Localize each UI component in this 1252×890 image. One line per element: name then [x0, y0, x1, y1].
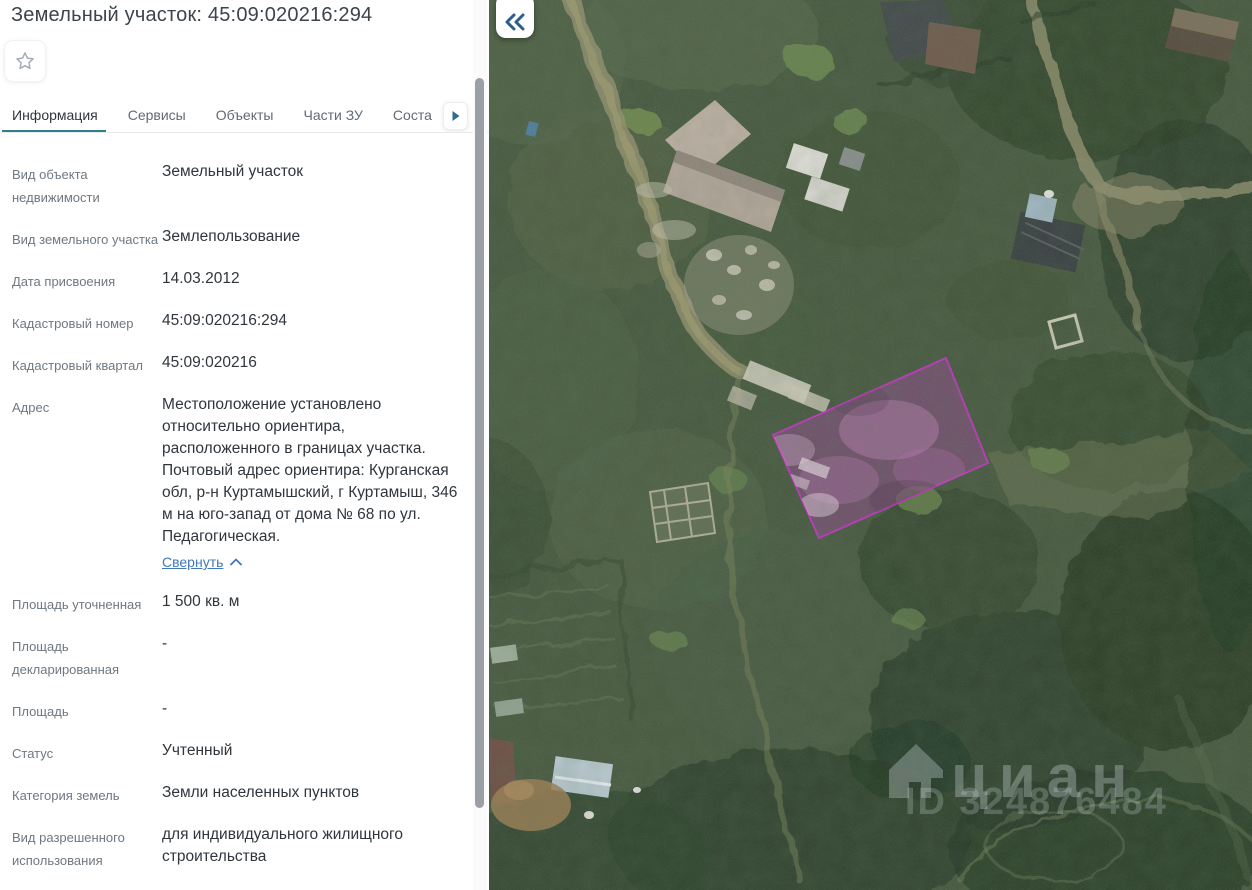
page-title: Земельный участок: 45:09:020216:294 [11, 4, 373, 26]
field-row: Площадь уточненная 1 500 кв. м [12, 591, 470, 616]
field-row-address: Адрес Местоположение установлено относит… [12, 394, 470, 574]
tab-services[interactable]: Сервисы [128, 99, 186, 132]
field-value: 45:09:020216:294 [162, 312, 287, 329]
tab-structure[interactable]: Соста [393, 99, 432, 132]
field-row: Кадастровый квартал 45:09:020216 [12, 352, 470, 377]
panel-scrollbar-thumb[interactable] [475, 78, 484, 808]
field-value: Земельный участок [162, 163, 304, 180]
field-value: Учтенный [162, 742, 233, 759]
field-label: Дата присвоения [12, 274, 116, 289]
field-label: Кадастровый квартал [12, 358, 143, 373]
field-row: Вид земельного участка Землепользование [12, 226, 470, 251]
field-value: 45:09:020216 [162, 354, 257, 371]
field-row: Дата присвоения 14.03.2012 [12, 268, 470, 293]
field-label: Статус [12, 746, 54, 761]
triangle-right-icon [452, 111, 459, 121]
tab-objects[interactable]: Объекты [216, 99, 274, 132]
watermark-id: ID 324876484 [905, 781, 1168, 823]
attributes-list: Вид объекта недвижимости Земельный участ… [0, 133, 470, 889]
parcel-info-panel: Земельный участок: 45:09:020216:294 Инфо… [0, 0, 489, 890]
field-label: Площадь [12, 704, 69, 719]
chevron-double-left-icon [505, 13, 525, 31]
field-value: для индивидуального жилищного строительс… [162, 826, 403, 865]
collapse-address-link[interactable]: Свернуть [162, 551, 243, 573]
field-value: - [162, 635, 168, 652]
satellite-imagery: циан ID 324876484 [489, 0, 1252, 890]
collapse-panel-button[interactable] [496, 0, 534, 38]
field-row: Кадастровый номер 45:09:020216:294 [12, 310, 470, 335]
cadastral-viewer: Земельный участок: 45:09:020216:294 Инфо… [0, 0, 1252, 890]
field-label: Адрес [12, 400, 50, 415]
field-label: Вид объекта недвижимости [12, 167, 100, 205]
field-label: Кадастровый номер [12, 316, 134, 331]
favorite-button[interactable] [4, 40, 46, 82]
field-row: Площадь - [12, 698, 470, 723]
star-icon [16, 52, 34, 70]
field-label: Площадь декларированная [12, 639, 120, 677]
tab-bar: Информация Сервисы Объекты Части ЗУ Сост… [0, 99, 489, 133]
satellite-map[interactable]: циан ID 324876484 [489, 0, 1252, 890]
address-text: Местоположение установлено относительно … [162, 396, 458, 545]
field-row: Вид объекта недвижимости Земельный участ… [12, 161, 470, 209]
field-label: Вид земельного участка [12, 232, 159, 247]
field-row: Вид разрешенного использования для индив… [12, 824, 470, 872]
field-label: Площадь уточненная [12, 597, 142, 612]
field-row: Площадь декларированная - [12, 633, 470, 681]
field-value-address: Местоположение установлено относительно … [162, 394, 467, 574]
tab-parts[interactable]: Части ЗУ [303, 99, 362, 132]
field-label: Категория земель [12, 788, 120, 803]
field-row: Категория земель Земли населенных пункто… [12, 782, 470, 807]
field-value: 14.03.2012 [162, 270, 240, 287]
field-label: Вид разрешенного использования [12, 830, 125, 868]
tabs-scroll-right-button[interactable] [443, 102, 468, 130]
collapse-address-label: Свернуть [162, 554, 224, 570]
panel-scrollbar [473, 0, 487, 890]
field-value: 1 500 кв. м [162, 593, 240, 610]
field-value: Земли населенных пунктов [162, 784, 360, 801]
tab-information[interactable]: Информация [2, 99, 106, 132]
field-value: Землепользование [162, 228, 301, 245]
chevron-up-icon [230, 558, 243, 566]
field-value: - [162, 700, 168, 717]
field-row: Статус Учтенный [12, 740, 470, 765]
